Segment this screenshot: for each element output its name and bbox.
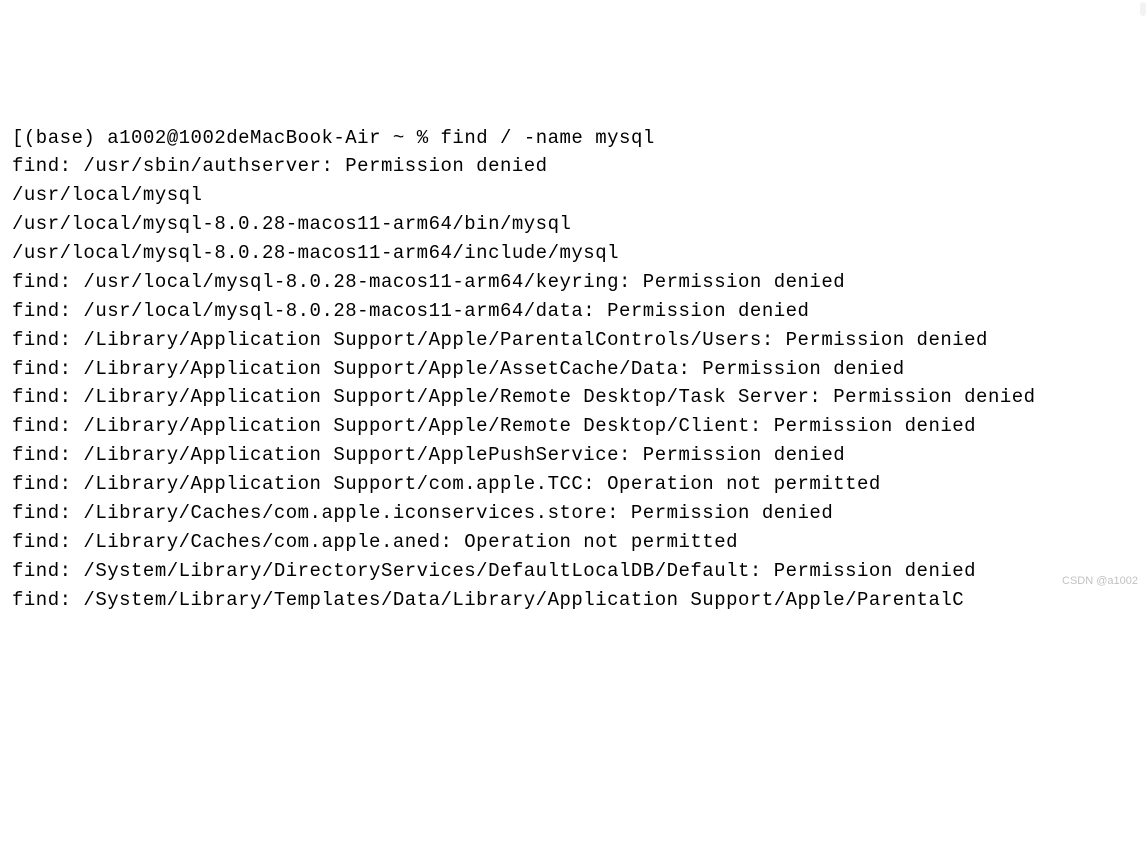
prompt-userhost: a1002@1002deMacBook-Air [107,127,381,149]
output-line: find: /Library/Application Support/Apple… [12,383,1136,412]
scrollbar-thumb[interactable] [1140,2,1146,16]
output-line: /usr/local/mysql-8.0.28-macos11-arm64/in… [12,239,1136,268]
output-line: /usr/local/mysql-8.0.28-macos11-arm64/bi… [12,210,1136,239]
prompt-open-bracket: [ [12,127,24,149]
prompt-path: ~ [393,127,405,149]
output-line: find: /Library/Application Support/Apple… [12,326,1136,355]
prompt-symbol: % [417,127,429,149]
output-line: find: /System/Library/DirectoryServices/… [12,557,1136,586]
prompt-env: (base) [24,127,95,149]
command-text: find / -name mysql [441,127,655,149]
output-line: find: /Library/Application Support/Apple… [12,355,1136,384]
output-line: find: /usr/sbin/authserver: Permission d… [12,152,1136,181]
output-line: find: /Library/Application Support/Apple… [12,441,1136,470]
prompt-line: [(base) a1002@1002deMacBook-Air ~ % find… [12,124,1136,153]
output-line: find: /Library/Application Support/Apple… [12,412,1136,441]
output-line: find: /Library/Caches/com.apple.iconserv… [12,499,1136,528]
output-line: find: /usr/local/mysql-8.0.28-macos11-ar… [12,268,1136,297]
watermark-text: CSDN @a1002 [1062,573,1138,590]
output-line: /usr/local/mysql [12,181,1136,210]
output-line: find: /Library/Caches/com.apple.aned: Op… [12,528,1136,557]
output-line: find: /usr/local/mysql-8.0.28-macos11-ar… [12,297,1136,326]
terminal-output[interactable]: [(base) a1002@1002deMacBook-Air ~ % find… [12,124,1136,615]
output-line: find: /Library/Application Support/com.a… [12,470,1136,499]
output-line: find: /System/Library/Templates/Data/Lib… [12,586,1136,615]
